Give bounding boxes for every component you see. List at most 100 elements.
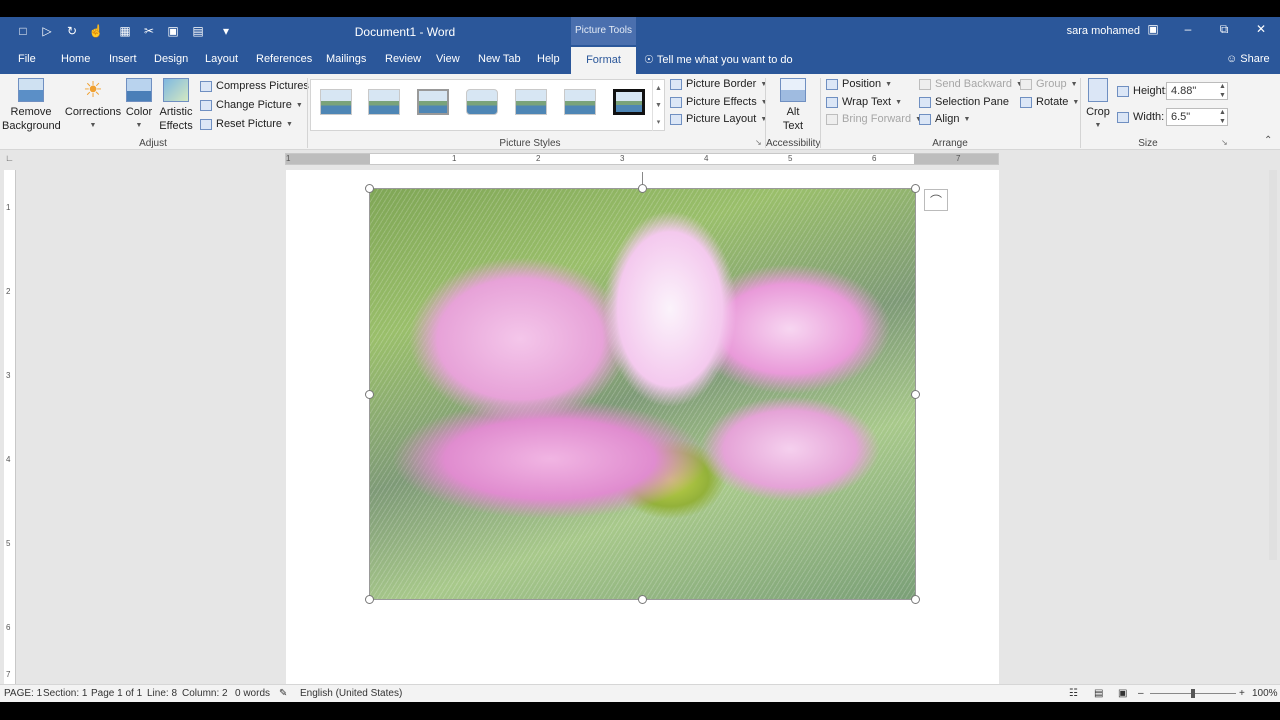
paste-icon[interactable]: ▦	[116, 23, 134, 39]
group-button[interactable]: Group ▼	[1020, 78, 1078, 90]
bring-forward-button[interactable]: Bring Forward▼	[826, 113, 922, 125]
picture-style-thumb[interactable]	[320, 89, 352, 115]
wrap-text-button[interactable]: Wrap Text ▼	[826, 96, 902, 108]
picture-layout-button[interactable]: Picture Layout ▼	[670, 113, 767, 125]
selection-pane-button[interactable]: Selection Pane	[919, 96, 1009, 108]
user-name[interactable]: sara mohamed	[1040, 25, 1140, 37]
tab-home[interactable]: Home	[61, 53, 90, 65]
status-page[interactable]: PAGE: 1	[4, 688, 42, 699]
status-line[interactable]: Line: 8	[147, 688, 177, 699]
tab-view[interactable]: View	[436, 53, 460, 65]
compress-pictures-button[interactable]: Compress Pictures	[200, 80, 309, 92]
corrections-sun-icon: ☀	[83, 77, 103, 102]
alt-text-button[interactable]: Alt Text	[772, 78, 814, 133]
selected-picture[interactable]	[369, 188, 916, 600]
tab-format[interactable]: Format	[571, 47, 636, 74]
web-layout-icon[interactable]: ▣	[1118, 688, 1127, 699]
open-icon[interactable]: ▷	[38, 23, 56, 39]
gallery-more-icon[interactable]: ▾	[652, 114, 664, 131]
resize-handle[interactable]	[365, 390, 374, 399]
status-page-of[interactable]: Page 1 of 1	[91, 688, 142, 699]
ribbon-display-options-icon[interactable]: ▣	[1143, 22, 1163, 40]
picture-style-thumb[interactable]	[564, 89, 596, 115]
picture-style-thumb[interactable]	[515, 89, 547, 115]
tab-help[interactable]: Help	[537, 53, 560, 65]
picture-style-thumb[interactable]	[466, 89, 498, 115]
vertical-scrollbar[interactable]	[1269, 170, 1277, 560]
send-backward-button[interactable]: Send Backward▼	[919, 78, 1023, 90]
rotate-button[interactable]: Rotate ▼	[1020, 96, 1079, 108]
layout-options-icon[interactable]: ⌒	[924, 189, 948, 211]
reset-picture-button[interactable]: Reset Picture ▼	[200, 118, 293, 130]
restore-icon[interactable]: ⧉	[1214, 22, 1234, 40]
tab-mailings[interactable]: Mailings	[326, 53, 366, 65]
new-document-icon[interactable]: □	[14, 23, 32, 39]
status-section[interactable]: Section: 1	[43, 688, 87, 699]
height-spinner-icon[interactable]: ▲ ▼	[1219, 82, 1226, 100]
tab-design[interactable]: Design	[154, 53, 188, 65]
print-preview-icon[interactable]: ▤	[189, 23, 207, 39]
tab-selector-icon[interactable]: ∟	[5, 153, 14, 163]
resize-handle[interactable]	[911, 595, 920, 604]
width-spinner-icon[interactable]: ▲ ▼	[1219, 108, 1226, 126]
horizontal-ruler[interactable]: 1 1 2 3 4 5 6 7	[285, 153, 999, 165]
status-word-count[interactable]: 0 words	[235, 688, 270, 699]
picture-border-button[interactable]: Picture Border ▼	[670, 78, 767, 90]
tab-review[interactable]: Review	[385, 53, 421, 65]
status-column[interactable]: Column: 2	[182, 688, 228, 699]
zoom-level[interactable]: 100%	[1252, 688, 1278, 699]
chevron-down-icon: ▼	[1070, 80, 1078, 88]
resize-handle[interactable]	[638, 184, 647, 193]
gallery-down-icon[interactable]: ▼	[652, 97, 664, 114]
crop-button[interactable]: Crop ▼	[1083, 78, 1113, 133]
dialog-launcher-icon[interactable]: ↘	[755, 138, 762, 147]
vruler-number: 2	[6, 287, 11, 296]
zoom-in-icon[interactable]: +	[1239, 688, 1245, 699]
minimize-icon[interactable]: –	[1178, 22, 1198, 40]
print-layout-icon[interactable]: ▤	[1094, 688, 1103, 699]
position-button[interactable]: Position ▼	[826, 78, 892, 90]
color-button[interactable]: Color ▼	[124, 78, 154, 133]
close-icon[interactable]: ✕	[1251, 22, 1271, 40]
proofing-icon[interactable]: ✎	[279, 688, 287, 699]
compress-pictures-label: Compress Pictures	[216, 80, 309, 92]
save-icon[interactable]: ▣	[164, 23, 182, 39]
tab-insert[interactable]: Insert	[109, 53, 137, 65]
resize-handle[interactable]	[638, 595, 647, 604]
resize-handle[interactable]	[365, 184, 374, 193]
crop-label: Crop	[1086, 106, 1110, 118]
cut-icon[interactable]: ✂	[140, 23, 158, 39]
tab-file[interactable]: File	[18, 53, 36, 65]
tab-layout[interactable]: Layout	[205, 53, 238, 65]
artistic-effects-button[interactable]: Artistic Effects	[156, 78, 196, 133]
dialog-launcher-icon[interactable]: ↘	[1221, 138, 1228, 147]
align-button[interactable]: Align ▼	[919, 113, 970, 125]
resize-handle[interactable]	[911, 184, 920, 193]
tell-me-search[interactable]: ☉ Tell me what you want to do	[644, 53, 793, 66]
touch-mode-icon[interactable]: ☝	[87, 23, 105, 39]
document-page[interactable]: ⌒	[286, 170, 999, 684]
picture-style-thumb[interactable]	[613, 89, 645, 115]
picture-effects-button[interactable]: Picture Effects▼	[670, 96, 768, 108]
collapse-ribbon-icon[interactable]: ⌃	[1264, 135, 1272, 146]
tab-new-tab[interactable]: New Tab	[478, 53, 521, 65]
tab-references[interactable]: References	[256, 53, 312, 65]
read-mode-icon[interactable]: ☷	[1069, 688, 1078, 699]
change-picture-button[interactable]: Change Picture ▼	[200, 99, 303, 111]
share-button[interactable]: ☺ Share	[1226, 53, 1270, 65]
status-language[interactable]: English (United States)	[300, 688, 402, 699]
remove-background-label-1: Remove	[10, 106, 52, 118]
corrections-button[interactable]: ☀ Corrections ▼	[64, 78, 122, 133]
zoom-out-icon[interactable]: –	[1138, 688, 1144, 699]
resize-handle[interactable]	[911, 390, 920, 399]
customize-qat-icon[interactable]: ▾	[217, 23, 235, 39]
gallery-up-icon[interactable]: ▲	[652, 80, 664, 97]
reset-picture-label: Reset Picture	[216, 118, 283, 130]
resize-handle[interactable]	[365, 595, 374, 604]
redo-icon[interactable]: ↻	[63, 23, 81, 39]
vertical-ruler[interactable]: 1 2 3 4 5 6 7	[4, 170, 16, 684]
zoom-slider-thumb[interactable]	[1191, 689, 1195, 698]
picture-style-thumb[interactable]	[417, 89, 449, 115]
picture-style-thumb[interactable]	[368, 89, 400, 115]
remove-background-button[interactable]: Remove Background	[2, 78, 61, 133]
